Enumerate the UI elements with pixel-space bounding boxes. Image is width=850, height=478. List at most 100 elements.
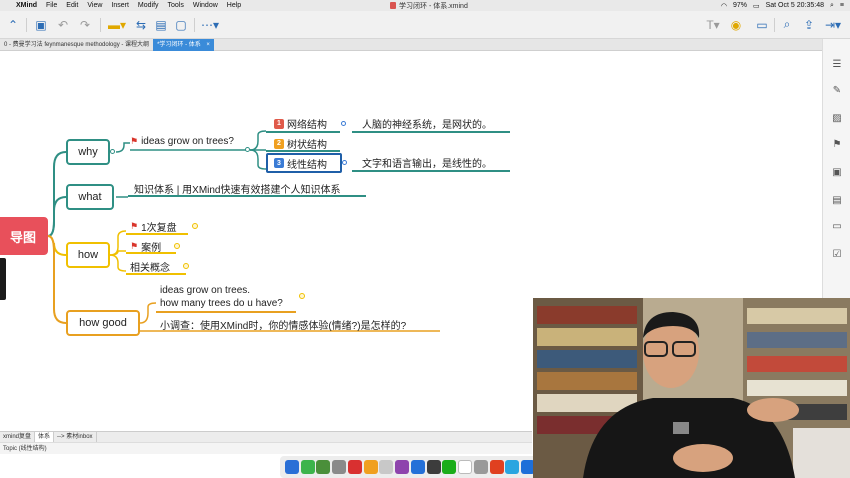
xmind-icon[interactable] [347, 460, 362, 474]
clock-text[interactable]: Sat Oct 5 20:35:48 [766, 2, 824, 9]
priority-3-icon: 3 [274, 158, 284, 168]
relationship-icon[interactable]: ⇆ [134, 16, 148, 33]
note-underline [352, 131, 510, 133]
undo-icon[interactable]: ↶ [56, 16, 70, 33]
webcam-image [533, 298, 850, 478]
app-icon[interactable] [458, 460, 473, 474]
topic-underline [126, 233, 188, 235]
sheet-label: xmind复盘 [3, 434, 32, 440]
sheet-label: --> 素材inbox [57, 434, 93, 440]
sticker-icon[interactable]: ▣ [830, 165, 844, 179]
format-icon[interactable]: ✎ [830, 83, 844, 97]
topic-ideas-grow-question[interactable]: ideas grow on trees. how many trees do u… [160, 284, 283, 310]
topic-review[interactable]: ⚑ 1次复盘 [130, 219, 177, 234]
note-network[interactable]: 人脑的神经系统，是网状的。 [362, 116, 492, 131]
battery-icon[interactable]: ▭ [753, 2, 760, 10]
menu-help[interactable]: Help [227, 2, 241, 9]
topic-icon[interactable]: ▬▾ [108, 16, 126, 33]
share-icon[interactable]: ⇪ [802, 16, 816, 33]
save-icon[interactable]: ▣ [34, 16, 48, 33]
topic-related-concepts[interactable]: 相关概念 [130, 259, 170, 274]
priority-1-icon: 1 [274, 118, 284, 129]
window-title: 学习闭环 - 体系.xmind [390, 0, 468, 11]
menu-view[interactable]: View [87, 2, 102, 9]
app-icon[interactable] [332, 460, 347, 474]
branch-how[interactable]: how [66, 242, 110, 268]
task-icon[interactable]: ☑ [830, 247, 844, 261]
branch-why[interactable]: why [66, 139, 110, 165]
style-icon[interactable]: T▾ [703, 16, 723, 33]
menu-edit[interactable]: Edit [66, 2, 78, 9]
sheet-tab-system[interactable]: 体系 [35, 432, 55, 442]
close-icon[interactable]: × [206, 42, 210, 48]
tab-label: *学习闭环 - 体系 [157, 42, 201, 48]
app-icon[interactable] [363, 460, 378, 474]
idea-marker-icon[interactable] [299, 293, 305, 299]
battery-text[interactable]: 97% [733, 2, 747, 9]
finder-icon[interactable] [284, 460, 299, 474]
outline-icon[interactable]: ☰ [830, 57, 844, 71]
note-dot[interactable] [341, 121, 346, 126]
telegram-icon[interactable] [505, 460, 520, 474]
branch-what[interactable]: what [66, 184, 114, 210]
topic-survey[interactable]: 小调查：使用XMind时，你的情感体验(情绪?)是怎样的? [160, 317, 406, 332]
idea-marker-icon[interactable] [192, 223, 198, 229]
sheet-tab-review[interactable]: xmind复盘 [0, 432, 36, 442]
notes-icon[interactable]: ▤ [830, 193, 844, 207]
menu-insert[interactable]: Insert [111, 2, 129, 9]
zoom-icon[interactable]: ⌕ [780, 16, 794, 33]
topic-underline [126, 273, 186, 275]
toolbar: ⌃ ▣ ↶ ↷ ▬▾ ⇆ ▤ ▢ ⋯▾ T▾ ◉ ▭ ⌕ ⇪ ⇥▾ [0, 11, 850, 39]
trello-icon[interactable] [410, 460, 425, 474]
boundary-icon[interactable]: ▢ [174, 16, 188, 33]
menu-modify[interactable]: Modify [138, 2, 159, 9]
topic-ideas-grow[interactable]: ⚑ ideas grow on trees? [130, 136, 234, 147]
tab-bar: 0 - 费曼学习法 feynmanesque methodology - 课程大… [0, 39, 822, 51]
marker-icon[interactable]: ⚑ [830, 137, 844, 151]
image-icon[interactable]: ▨ [830, 111, 844, 125]
comments-icon[interactable]: ▭ [830, 219, 844, 233]
app-icon[interactable] [395, 460, 410, 474]
idea-marker-icon[interactable] [174, 243, 180, 249]
wifi-icon[interactable]: ◠ [721, 2, 727, 10]
tab-course-outline[interactable]: 0 - 费曼学习法 feynmanesque methodology - 课程大… [0, 39, 153, 51]
app-icon[interactable] [379, 460, 394, 474]
topic-linear-structure[interactable]: 3 线性结构 [266, 153, 342, 173]
app-icon[interactable] [316, 460, 331, 474]
presentation-icon[interactable]: ▭ [755, 16, 769, 33]
menu-app[interactable]: XMind [16, 2, 37, 9]
collapse-dot[interactable] [110, 149, 115, 154]
branch-how-good[interactable]: how good [66, 310, 140, 336]
topic-label: 1次复盘 [141, 223, 177, 234]
chrome-icon[interactable] [489, 460, 504, 474]
sheet-tab-inbox[interactable]: --> 素材inbox [54, 432, 97, 442]
search-icon[interactable]: ⌕ [830, 2, 834, 10]
topic-knowledge-system[interactable]: 知识体系 | 用XMind快速有效搭建个人知识体系 [134, 181, 341, 196]
topic-underline [266, 131, 340, 133]
idea-icon[interactable]: ◉ [729, 16, 743, 33]
note-dot[interactable] [342, 160, 347, 165]
menu-tools[interactable]: Tools [168, 2, 184, 9]
export-icon[interactable]: ⇥▾ [824, 16, 842, 33]
redo-icon[interactable]: ↷ [78, 16, 92, 33]
menu-window[interactable]: Window [193, 2, 218, 9]
app-icon[interactable] [426, 460, 441, 474]
topic-tree-structure[interactable]: 2 树状结构 [274, 136, 327, 151]
central-topic[interactable]: 导图 [0, 217, 48, 255]
tab-system[interactable]: *学习闭环 - 体系 × [153, 39, 214, 51]
wechat-work-icon[interactable] [442, 460, 457, 474]
left-edge-tab[interactable] [0, 258, 6, 300]
macos-dock [280, 456, 540, 478]
note-linear[interactable]: 文字和语言输出，是线性的。 [362, 155, 492, 170]
home-icon[interactable]: ⌃ [6, 16, 20, 33]
wechat-icon[interactable] [300, 460, 315, 474]
topic-network-structure[interactable]: 1 网络结构 [274, 116, 327, 131]
collapse-dot[interactable] [245, 147, 250, 152]
app-icon[interactable] [473, 460, 488, 474]
menu-file[interactable]: File [46, 2, 57, 9]
more-icon[interactable]: ⋯▾ [200, 16, 220, 33]
control-center-icon[interactable]: ≡ [840, 2, 844, 9]
idea-marker-icon[interactable] [183, 263, 189, 269]
summary-icon[interactable]: ▤ [154, 16, 168, 33]
macos-menubar: XMind File Edit View Insert Modify Tools… [0, 0, 850, 11]
